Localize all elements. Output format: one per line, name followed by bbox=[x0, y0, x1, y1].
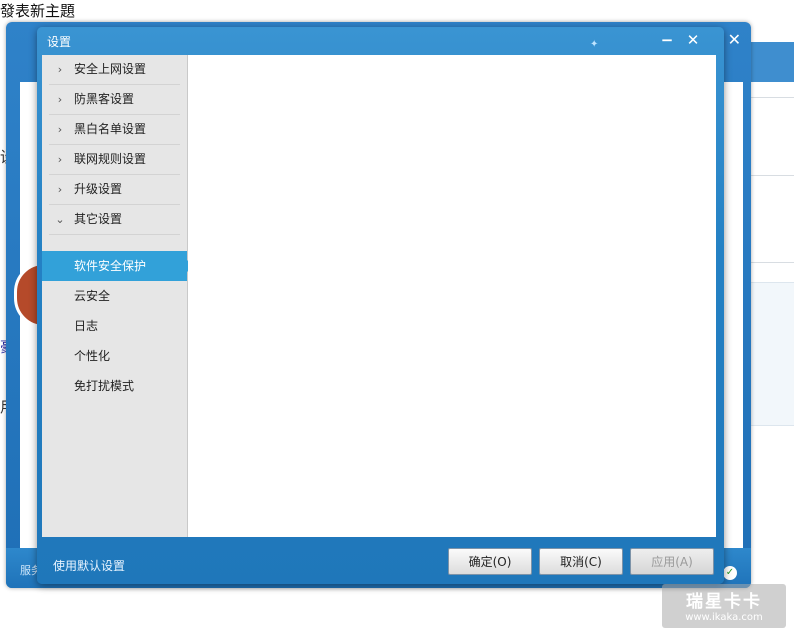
restore-defaults-link[interactable]: 使用默认设置 bbox=[53, 557, 125, 574]
minimize-button[interactable]: − bbox=[656, 30, 678, 50]
apply-button[interactable]: 应用(A) bbox=[630, 548, 714, 575]
sidebar-subitem-software-protection[interactable]: 软件安全保护 bbox=[42, 251, 193, 281]
watermark: 瑞星卡卡 www.ikaka.com bbox=[662, 584, 786, 628]
watermark-url: www.ikaka.com bbox=[685, 612, 763, 623]
ok-button[interactable]: 确定(O) bbox=[448, 548, 532, 575]
settings-sidebar: › 安全上网设置 › 防黑客设置 › 黑白名单设置 › 联网规则设置 › 升级设… bbox=[42, 55, 193, 537]
cancel-button[interactable]: 取消(C) bbox=[539, 548, 623, 575]
sidebar-item-anti-hacker[interactable]: › 防黑客设置 bbox=[49, 85, 180, 115]
chevron-right-icon: › bbox=[57, 63, 63, 76]
other-settings-sublist: 软件安全保护 云安全 日志 个性化 免打扰模式 bbox=[42, 251, 193, 401]
chevron-right-icon: › bbox=[57, 93, 63, 106]
background-page-title: 發表新主題 bbox=[0, 2, 76, 20]
chevron-right-icon: › bbox=[57, 123, 63, 136]
check-icon: ✓ bbox=[723, 566, 737, 580]
settings-dialog: 设置 ✦ − ✕ › 安全上网设置 › 防黑客设置 › 黑白名单设置 › 联网规… bbox=[37, 27, 724, 584]
sidebar-item-network-rules[interactable]: › 联网规则设置 bbox=[49, 145, 180, 175]
sidebar-subitem-cloud-security[interactable]: 云安全 bbox=[42, 281, 187, 311]
sidebar-item-label: 升级设置 bbox=[74, 182, 123, 196]
sidebar-item-safe-browsing[interactable]: › 安全上网设置 bbox=[49, 55, 180, 85]
chevron-down-icon: ⌄ bbox=[55, 213, 65, 226]
sidebar-item-label: 其它设置 bbox=[74, 212, 123, 226]
sidebar-item-other[interactable]: ⌄ 其它设置 bbox=[49, 205, 180, 235]
sidebar-subitem-log[interactable]: 日志 bbox=[42, 311, 187, 341]
watermark-logo-text: 瑞星卡卡 bbox=[686, 592, 762, 612]
chevron-right-icon: › bbox=[57, 153, 63, 166]
sidebar-subitem-personalize[interactable]: 个性化 bbox=[42, 341, 187, 371]
close-button[interactable]: ✕ bbox=[682, 30, 704, 50]
sparkle-icon: ✦ bbox=[590, 39, 599, 50]
sidebar-item-label: 联网规则设置 bbox=[74, 152, 147, 166]
sidebar-item-blacklist-whitelist[interactable]: › 黑白名单设置 bbox=[49, 115, 180, 145]
settings-content-pane bbox=[188, 55, 716, 537]
sidebar-item-update[interactable]: › 升级设置 bbox=[49, 175, 180, 205]
dialog-title: 设置 bbox=[47, 35, 72, 49]
back-window-close-icon[interactable]: ✕ bbox=[728, 30, 741, 49]
sidebar-item-label: 安全上网设置 bbox=[74, 62, 147, 76]
sidebar-subitem-do-not-disturb[interactable]: 免打扰模式 bbox=[42, 371, 187, 401]
sidebar-item-label: 防黑客设置 bbox=[74, 92, 135, 106]
sidebar-item-label: 黑白名单设置 bbox=[74, 122, 147, 136]
chevron-right-icon: › bbox=[57, 183, 63, 196]
